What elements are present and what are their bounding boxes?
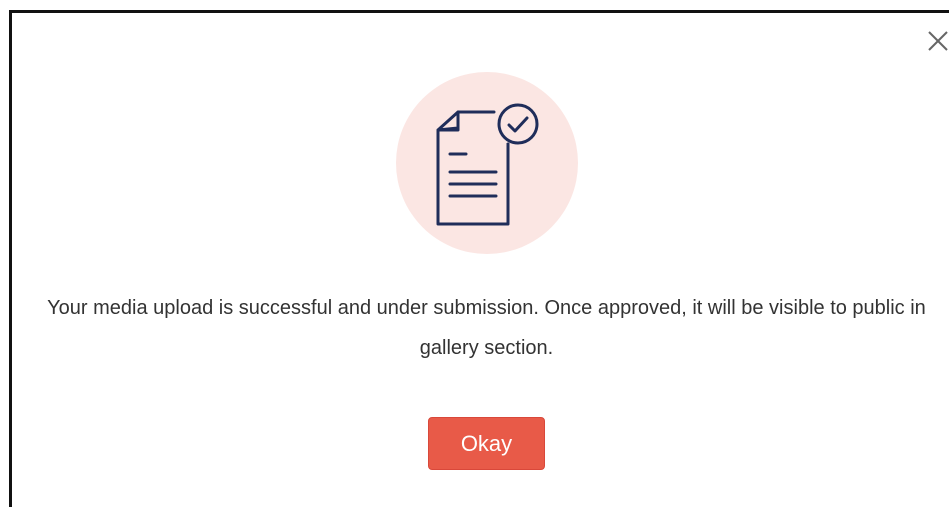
page: Your media upload is successful and unde… [0,0,949,507]
okay-button[interactable]: Okay [428,417,545,470]
upload-success-illustration [396,72,578,254]
close-icon[interactable] [927,30,949,52]
success-message: Your media upload is successful and unde… [47,297,926,359]
document-check-icon [436,103,539,226]
